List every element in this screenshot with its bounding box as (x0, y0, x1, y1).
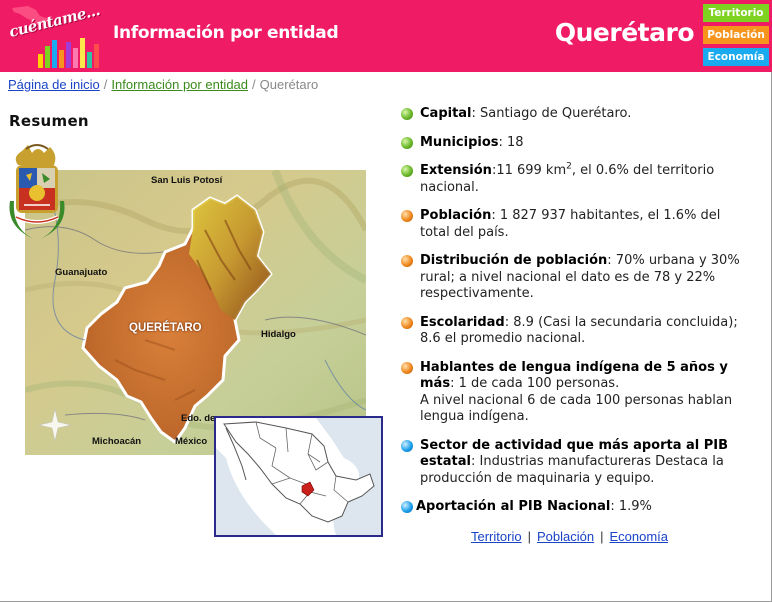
state-title: Querétaro (554, 18, 695, 47)
bottom-nav: Territorio | Población | Economía (471, 529, 668, 544)
map-label-north: San Luis Potosí (151, 175, 223, 186)
section-nav: Territorio Población Economía (703, 4, 769, 70)
info-value: :11 699 km (491, 163, 567, 178)
info-value: : Santiago de Querétaro. (471, 106, 632, 121)
info-municipios: Municipios: 18 (401, 135, 751, 152)
info-label: Municipios (420, 134, 499, 150)
breadcrumb-separator: / (252, 77, 256, 92)
info-label: Población (420, 208, 492, 223)
blue-bullet-icon (401, 439, 413, 452)
breadcrumb-home-link[interactable]: Página de inicio (8, 77, 100, 92)
coat-of-arms-icon (9, 144, 65, 239)
info-value: : 1.9% (610, 499, 652, 514)
map-label-edomex-1: Edo. de (181, 413, 216, 424)
breadcrumb: Página de inicio / Información por entidad… (8, 77, 318, 92)
info-capital: Capital: Santiago de Querétaro. (401, 106, 751, 123)
bottom-link-economia[interactable]: Economía (609, 529, 668, 544)
green-bullet-icon (401, 108, 413, 120)
green-bullet-icon (401, 165, 413, 177)
mexico-location-minimap (214, 416, 383, 537)
info-value: : 18 (498, 134, 524, 150)
orange-bullet-icon (401, 316, 413, 329)
mexico-map-graphic (216, 418, 381, 535)
info-label: Escolaridad (420, 314, 505, 330)
bottom-link-poblacion[interactable]: Población (537, 529, 594, 544)
map-label-west: Guanajuato (55, 267, 108, 278)
state-relief-map: San Luis Potosí Guanajuato QUERÉTARO Hid… (25, 170, 366, 455)
info-aportacion: Aportación al PIB Nacional: 1.9% (401, 499, 751, 516)
breadcrumb-current: Querétaro (259, 77, 319, 92)
info-label: Distribución de población (420, 253, 608, 268)
info-poblacion: Población: 1 827 937 habitantes, el 1.6%… (401, 208, 751, 241)
map-label-east: Hidalgo (261, 329, 296, 340)
map-label-edomex-2: México (175, 436, 208, 447)
orange-bullet-icon (401, 255, 413, 267)
breadcrumb-info-link[interactable]: Información por entidad (111, 77, 248, 92)
info-escolaridad: Escolaridad: 8.9 (Casi la secundaria con… (401, 315, 751, 348)
bottom-link-territorio[interactable]: Territorio (471, 529, 522, 544)
info-sector: Sector de actividad que más aporta al PI… (401, 438, 751, 488)
breadcrumb-separator: / (103, 77, 108, 92)
info-hablantes: Hablantes de lengua indígena de 5 años y… (401, 360, 751, 426)
cuentame-logo[interactable]: cuéntame... (2, 1, 106, 70)
map-label-state: QUERÉTARO (129, 322, 202, 334)
info-value: : 1 de cada 100 personas. (450, 376, 620, 391)
info-label: Extensión (420, 163, 492, 178)
info-label: Capital (420, 106, 472, 121)
orange-bullet-icon (401, 361, 413, 374)
header-banner: cuéntame... Información por entidad Quer… (0, 0, 772, 72)
info-label: Aportación al PIB Nacional (416, 499, 611, 514)
nav-economia-button[interactable]: Economía (703, 48, 769, 66)
nav-territorio-button[interactable]: Territorio (703, 4, 769, 22)
orange-bullet-icon (401, 210, 413, 222)
link-separator: | (527, 529, 531, 544)
state-summary-list: Capital: Santiago de Querétaro. Municipi… (401, 106, 751, 528)
logo-bars-graphic (38, 36, 99, 68)
map-label-south-west: Michoacán (92, 436, 142, 447)
summary-heading: Resumen (9, 112, 89, 130)
info-extension: Extensión:11 699 km2, el 0.6% del territ… (401, 162, 751, 196)
blue-bullet-icon (401, 501, 413, 513)
nav-poblacion-button[interactable]: Población (703, 26, 769, 44)
link-separator: | (600, 529, 604, 544)
page-title: Información por entidad (113, 23, 339, 43)
compass-rose-icon (38, 408, 72, 442)
green-bullet-icon (401, 136, 413, 149)
info-value: A nivel nacional 6 de cada 100 personas … (420, 392, 733, 425)
info-distribucion: Distribución de población: 70% urbana y … (401, 253, 751, 303)
